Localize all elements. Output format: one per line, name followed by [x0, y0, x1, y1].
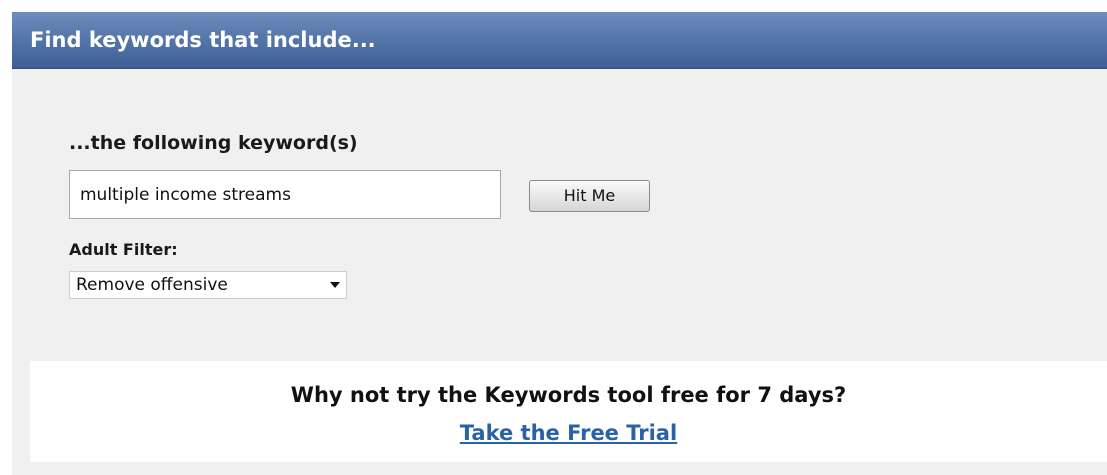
panel-header: Find keywords that include...: [12, 12, 1107, 69]
adult-filter-selected-value: Remove offensive: [76, 275, 228, 295]
keyword-section-heading: ...the following keyword(s): [69, 132, 358, 154]
keyword-search-panel: Find keywords that include... ...the fol…: [12, 12, 1107, 475]
adult-filter-select[interactable]: Remove offensive: [69, 271, 347, 299]
keyword-input[interactable]: [69, 170, 501, 219]
hit-me-button[interactable]: Hit Me: [529, 180, 650, 212]
chevron-down-icon: [330, 282, 340, 288]
panel-title: Find keywords that include...: [30, 28, 376, 52]
adult-filter-label: Adult Filter:: [69, 240, 178, 259]
promo-link-row: Take the Free Trial: [30, 419, 1107, 447]
promo-text: Why not try the Keywords tool free for 7…: [290, 383, 847, 407]
free-trial-link[interactable]: Take the Free Trial: [460, 421, 677, 445]
free-trial-promo: Why not try the Keywords tool free for 7…: [30, 361, 1107, 462]
